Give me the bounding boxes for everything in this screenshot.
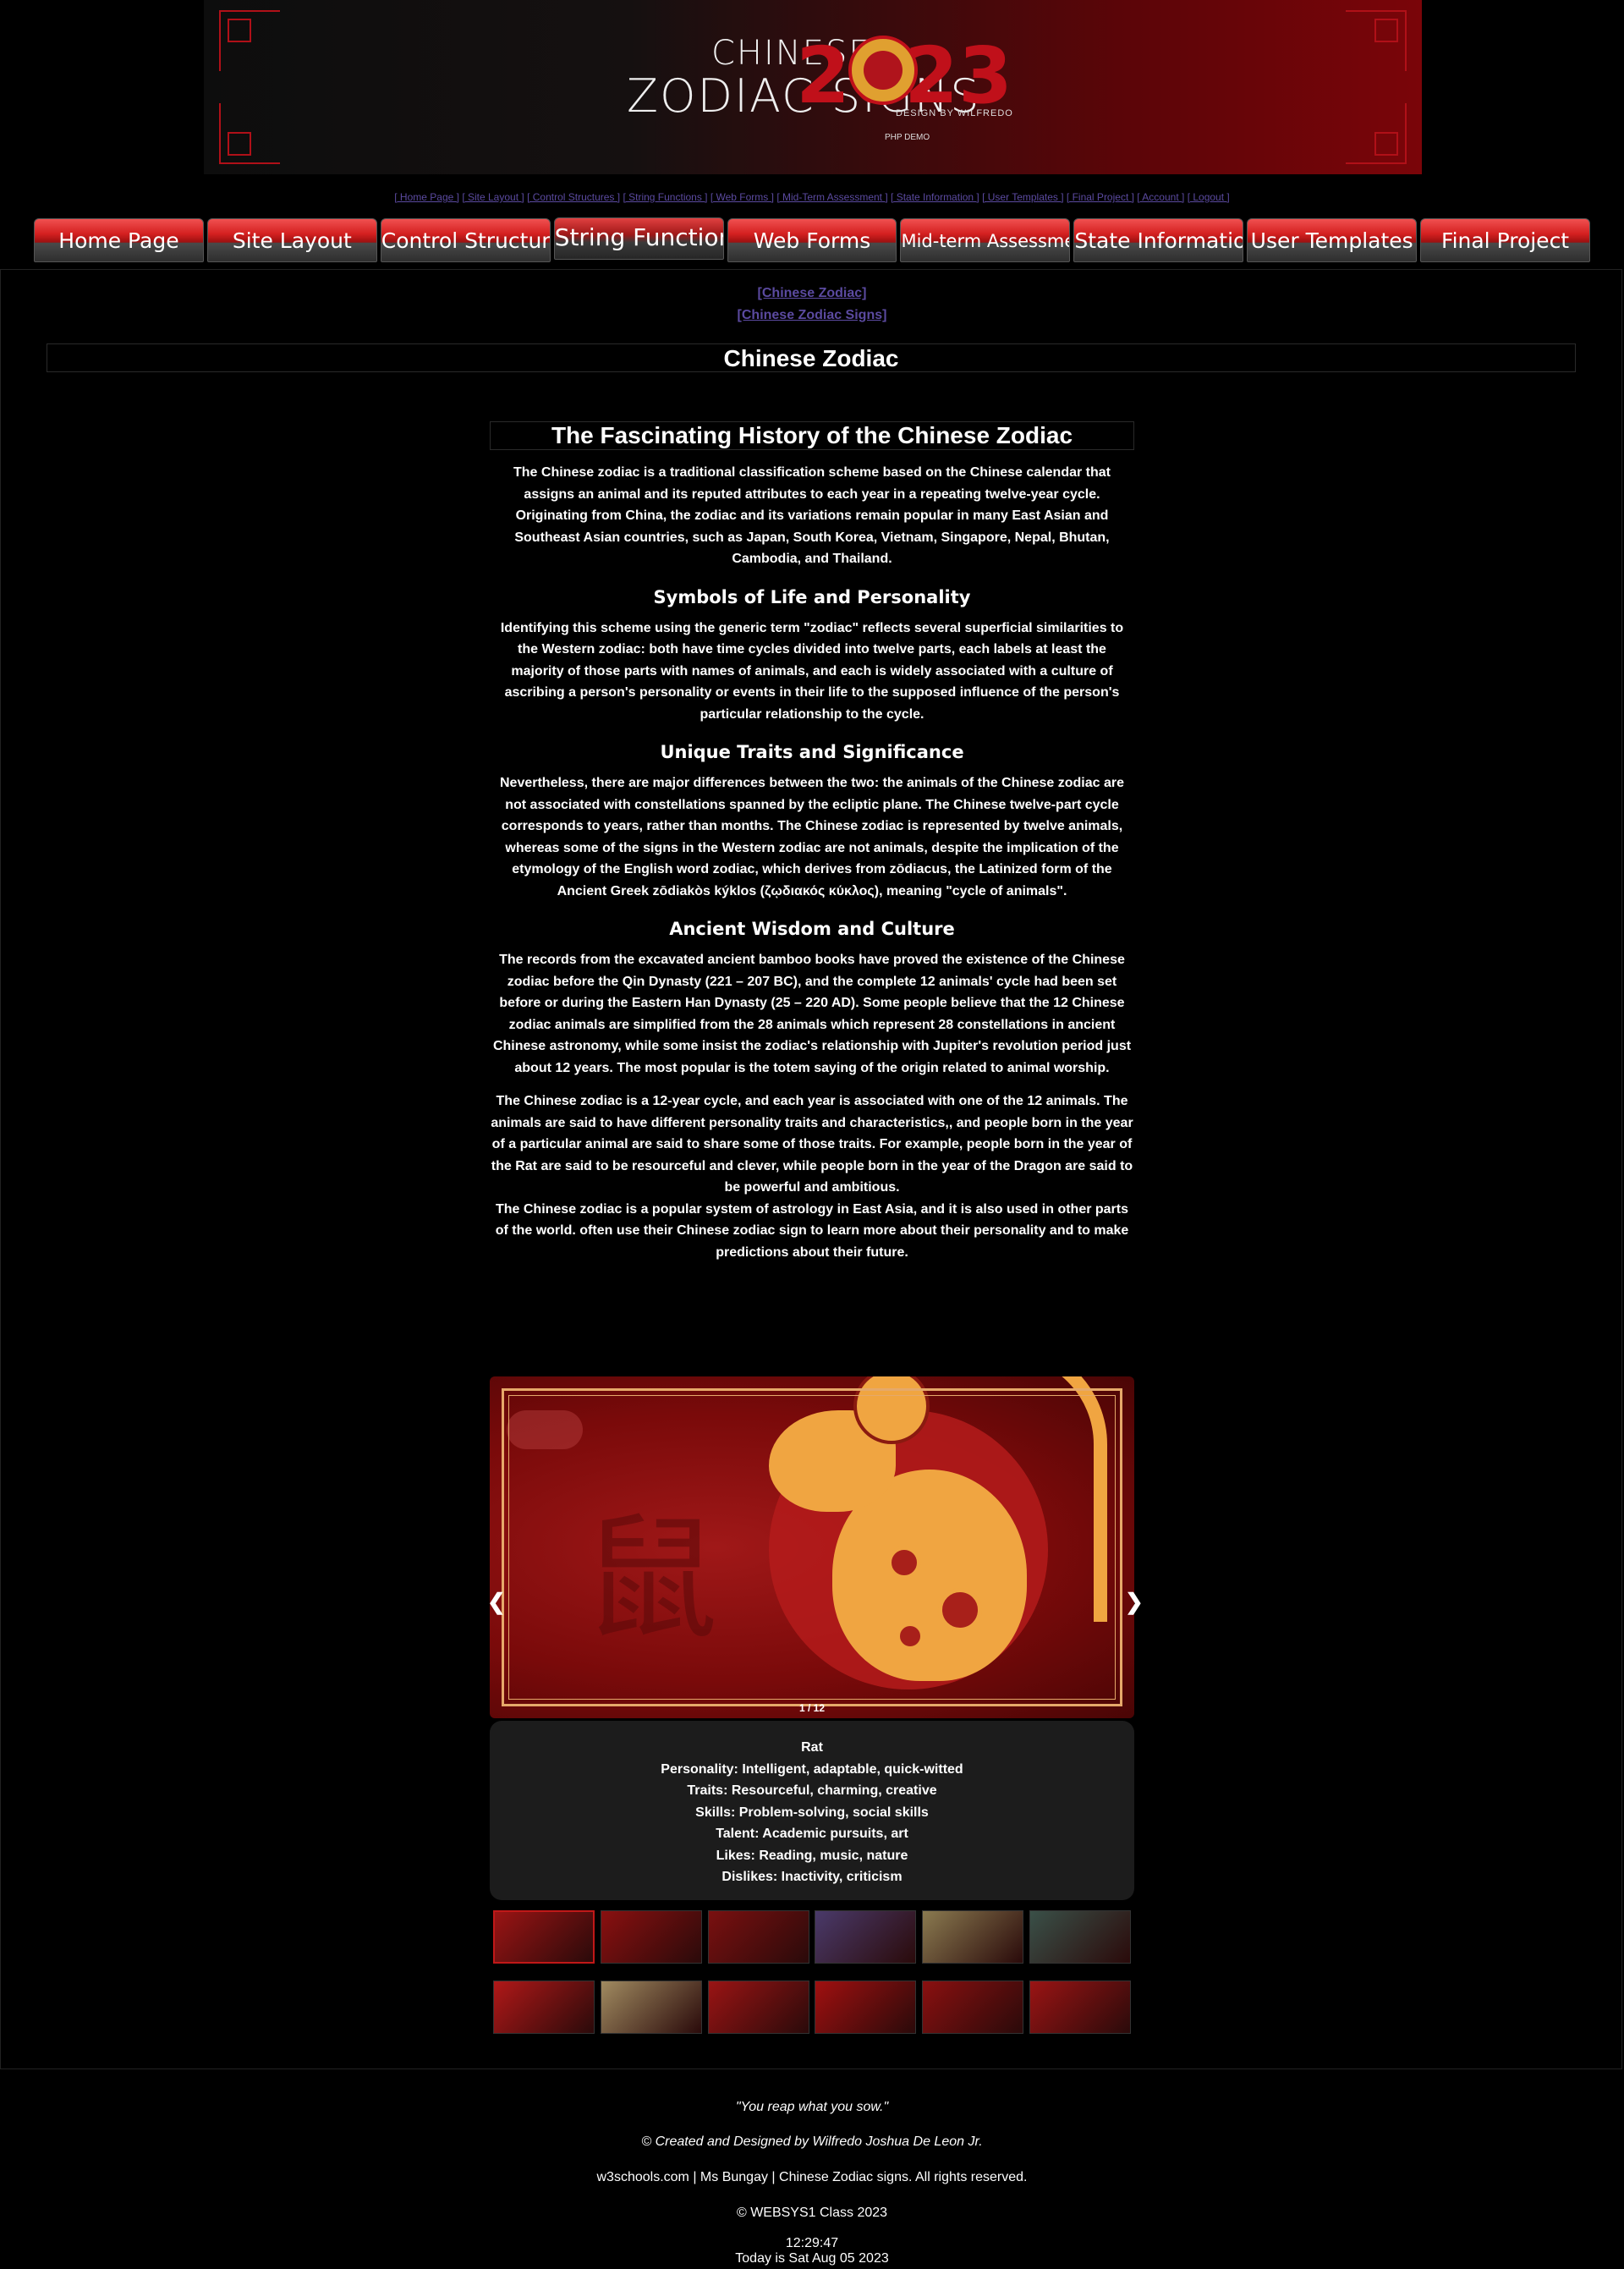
tab-midterm-assessment[interactable]: Mid-term Assessment bbox=[900, 218, 1071, 262]
slide-caption: Rat Personality: Intelligent, adaptable,… bbox=[490, 1721, 1134, 1900]
prev-slide-button[interactable]: ❮ bbox=[487, 1589, 506, 1615]
text-link-web-forms[interactable]: [ Web Forms ] bbox=[710, 191, 774, 203]
zodiac-medal-icon bbox=[848, 36, 918, 105]
corner-ornament bbox=[219, 10, 280, 71]
thumbnail-dog[interactable] bbox=[922, 1981, 1024, 2034]
tab-state-information[interactable]: State Information bbox=[1073, 218, 1244, 262]
caption-dislikes: Dislikes: Inactivity, criticism bbox=[721, 1870, 903, 1884]
article: The Fascinating History of the Chinese Z… bbox=[490, 421, 1134, 1263]
thumbnail-strip bbox=[493, 1910, 1131, 2034]
tab-user-templates[interactable]: User Templates bbox=[1247, 218, 1418, 262]
tab-control-structure[interactable]: Control Structure bbox=[380, 218, 551, 262]
tab-home-page[interactable]: Home Page bbox=[34, 218, 204, 262]
article-cycle-paragraph: The Chinese zodiac is a 12-year cycle, a… bbox=[491, 1094, 1133, 1195]
article-heading: The Fascinating History of the Chinese Z… bbox=[490, 421, 1134, 450]
caption-animal: Rat bbox=[801, 1740, 823, 1755]
chinese-zodiac-signs-link[interactable]: [Chinese Zodiac Signs] bbox=[738, 308, 887, 322]
thumbnail-snake[interactable] bbox=[1029, 1910, 1131, 1964]
banner-design-by: DESIGN BY WILFREDO bbox=[896, 108, 1013, 118]
slide-frame-inner bbox=[508, 1395, 1116, 1700]
text-link-control-structures[interactable]: [ Control Structures ] bbox=[527, 191, 620, 203]
footer-clock: 12:29:47 bbox=[785, 2236, 839, 2250]
thumbnail-tiger[interactable] bbox=[707, 1910, 809, 1964]
text-link-string-functions[interactable]: [ String Functions ] bbox=[623, 191, 707, 203]
text-link-midterm[interactable]: [ Mid-Term Assessment ] bbox=[776, 191, 887, 203]
article-intro: The Chinese zodiac is a traditional clas… bbox=[513, 465, 1111, 566]
thumbnail-monkey[interactable] bbox=[707, 1981, 809, 2034]
caption-likes: Likes: Reading, music, nature bbox=[716, 1848, 908, 1863]
thumbnail-pig[interactable] bbox=[1029, 1981, 1131, 2034]
banner-demo-label: PHP DEMO bbox=[885, 133, 930, 142]
section-text: Identifying this scheme using the generi… bbox=[500, 620, 1124, 722]
section-title: Unique Traits and Significance bbox=[660, 742, 964, 762]
text-link-account[interactable]: [ Account ] bbox=[1137, 191, 1184, 203]
tab-final-project[interactable]: Final Project bbox=[1420, 218, 1591, 262]
slide-counter: 1 / 12 bbox=[798, 1702, 826, 1714]
header-banner: CHINESE ZODIAC SIGNS 2023 DESIGN BY WILF… bbox=[204, 0, 1422, 174]
thumbnail-ox[interactable] bbox=[600, 1910, 702, 1964]
corner-ornament bbox=[1346, 10, 1407, 71]
text-link-logout[interactable]: [ Logout ] bbox=[1188, 191, 1230, 203]
slideshow-image: 鼠 bbox=[490, 1376, 1134, 1718]
tab-nav: Home Page Site Layout Control Structure … bbox=[34, 217, 1591, 264]
thumbnail-goat[interactable] bbox=[600, 1981, 702, 2034]
footer-quote: "You reap what you sow." bbox=[735, 2100, 889, 2114]
tab-web-forms[interactable]: Web Forms bbox=[727, 218, 897, 262]
text-link-home[interactable]: [ Home Page ] bbox=[394, 191, 459, 203]
text-link-state-information[interactable]: [ State Information ] bbox=[891, 191, 979, 203]
thumbnail-rabbit[interactable] bbox=[815, 1910, 917, 1964]
footer-date: Today is Sat Aug 05 2023 bbox=[735, 2251, 889, 2266]
caption-skills: Skills: Problem-solving, social skills bbox=[695, 1805, 929, 1820]
footer-rights: w3schools.com | Ms Bungay | Chinese Zodi… bbox=[596, 2170, 1028, 2184]
tab-site-layout[interactable]: Site Layout bbox=[206, 218, 377, 262]
footer-credit: © Created and Designed by Wilfredo Joshu… bbox=[641, 2134, 983, 2149]
thumbnail-rat[interactable] bbox=[493, 1910, 595, 1964]
tab-string-function[interactable]: String Function bbox=[553, 217, 724, 260]
thumbnail-dragon[interactable] bbox=[922, 1910, 1024, 1964]
footer-class: © WEBSYS1 Class 2023 bbox=[736, 2206, 888, 2220]
chinese-zodiac-signs-link-row: [Chinese Zodiac Signs] bbox=[0, 308, 1624, 323]
section-text: The records from the excavated ancient b… bbox=[492, 953, 1132, 1075]
section-title: Ancient Wisdom and Culture bbox=[669, 919, 955, 939]
caption-personality: Personality: Intelligent, adaptable, qui… bbox=[661, 1761, 963, 1777]
thumbnail-rooster[interactable] bbox=[815, 1981, 917, 2034]
article-popular-paragraph: The Chinese zodiac is a popular system o… bbox=[495, 1201, 1129, 1260]
section-title: Symbols of Life and Personality bbox=[653, 586, 971, 607]
chinese-zodiac-link[interactable]: [Chinese Zodiac] bbox=[758, 286, 867, 300]
text-link-user-templates[interactable]: [ User Templates ] bbox=[982, 191, 1063, 203]
chinese-zodiac-link-row: [Chinese Zodiac] bbox=[0, 286, 1624, 301]
corner-ornament bbox=[1346, 103, 1407, 164]
next-slide-button[interactable]: ❯ bbox=[1125, 1589, 1144, 1615]
caption-traits: Traits: Resourceful, charming, creative bbox=[687, 1783, 937, 1798]
text-link-final-project[interactable]: [ Final Project ] bbox=[1067, 191, 1134, 203]
section-text: Nevertheless, there are major difference… bbox=[499, 776, 1124, 898]
caption-talent: Talent: Academic pursuits, art bbox=[716, 1827, 908, 1841]
corner-ornament bbox=[219, 103, 280, 164]
page-title: Chinese Zodiac bbox=[47, 343, 1576, 372]
text-link-site-layout[interactable]: [ Site Layout ] bbox=[462, 191, 524, 203]
text-nav: [ Home Page ] [ Site Layout ] [ Control … bbox=[0, 191, 1624, 203]
thumbnail-horse[interactable] bbox=[493, 1981, 595, 2034]
